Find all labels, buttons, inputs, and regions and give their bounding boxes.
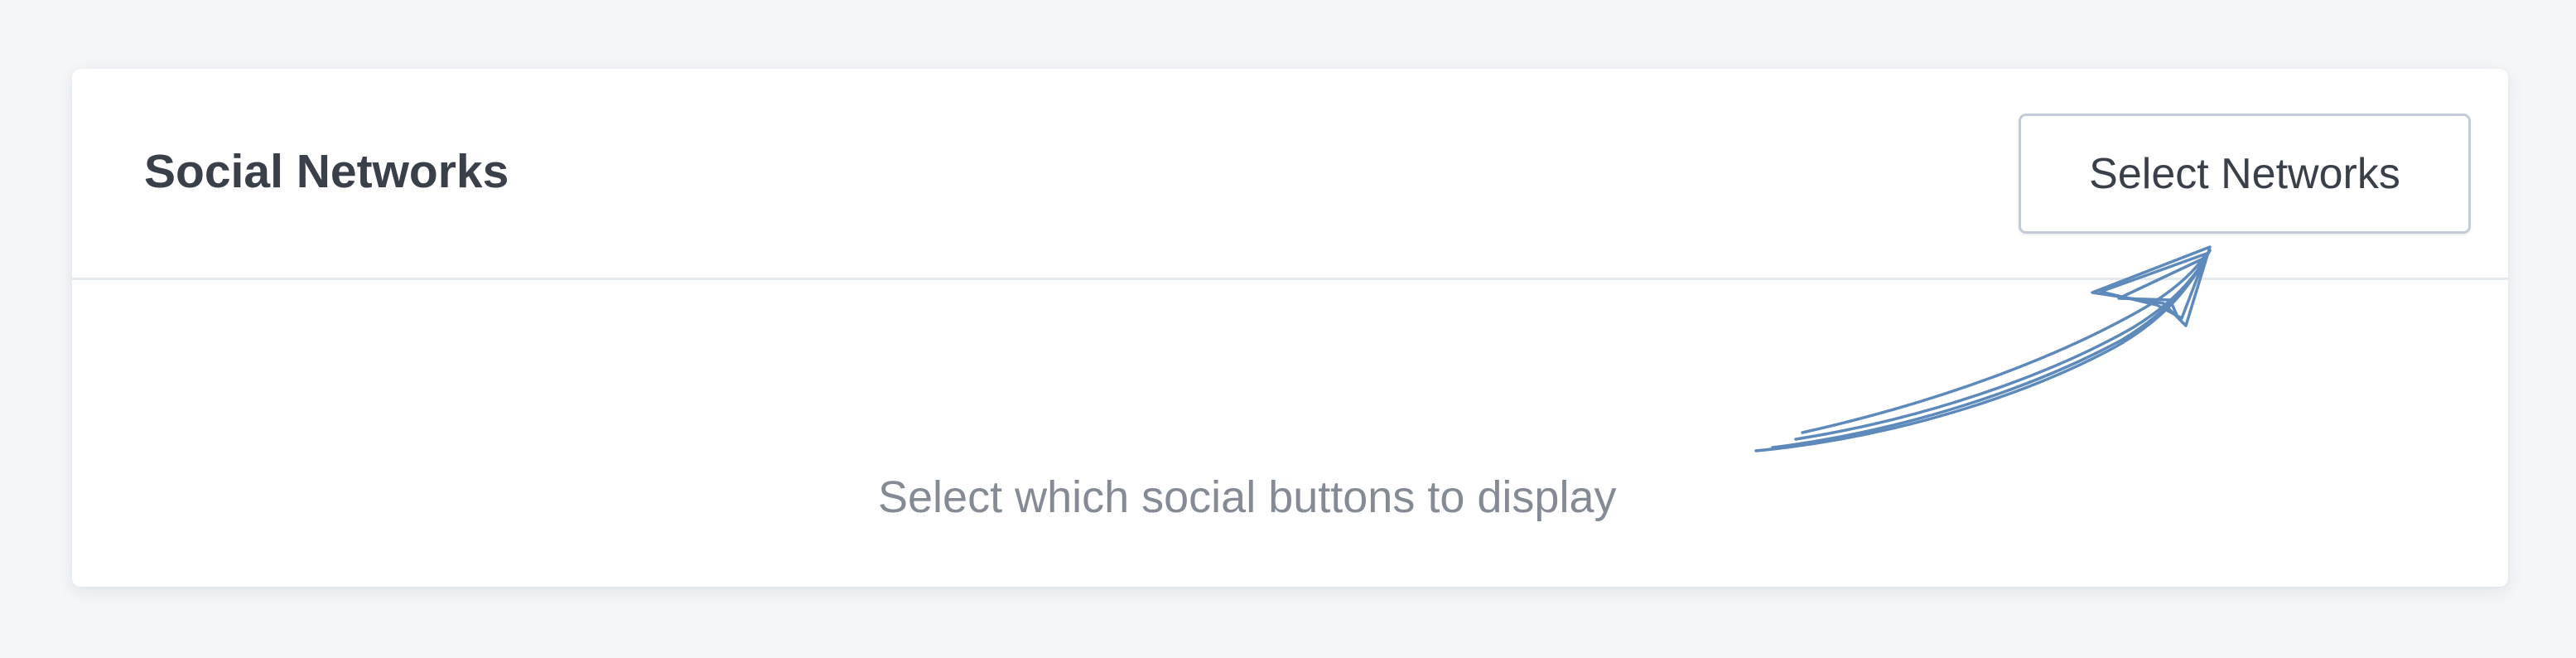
card-body: Select which social buttons to display <box>72 280 2508 587</box>
select-networks-button[interactable]: Select Networks <box>2019 114 2471 234</box>
empty-state-hint: Select which social buttons to display <box>878 472 1617 522</box>
social-networks-card: Social Networks Select Networks Select w… <box>72 69 2508 587</box>
card-header: Social Networks Select Networks <box>72 69 2508 280</box>
card-title: Social Networks <box>144 145 509 198</box>
